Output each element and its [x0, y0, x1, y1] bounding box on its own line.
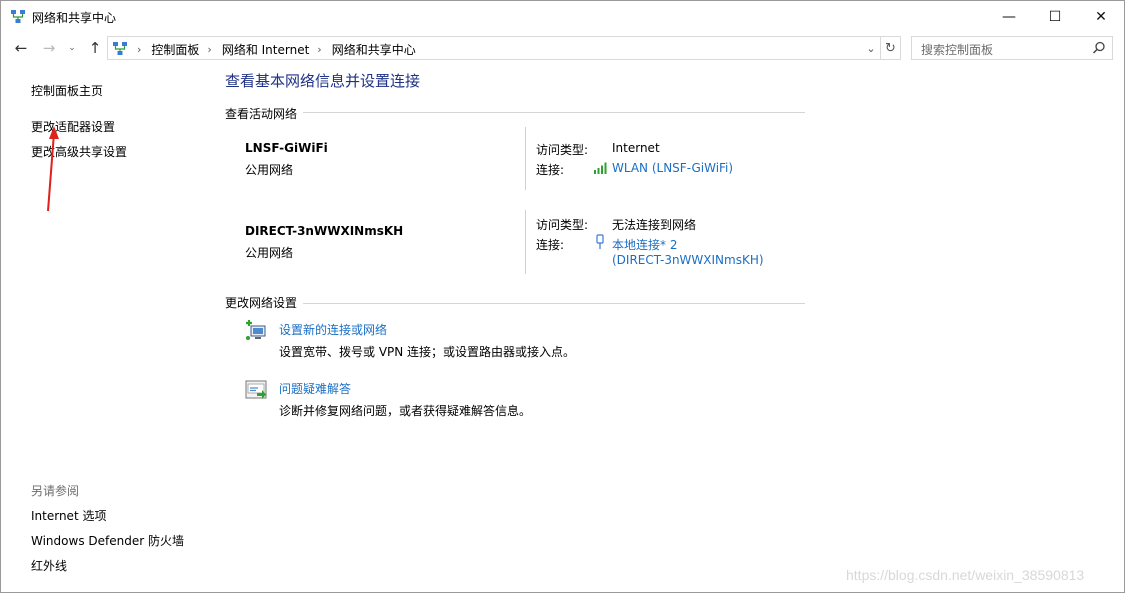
address-bar[interactable]: › 控制面板 › 网络和 Internet › 网络和共享中心 ⌄: [107, 36, 881, 60]
back-arrow-icon: ←: [14, 39, 28, 57]
vertical-divider: [525, 127, 526, 190]
breadcrumb-network-internet[interactable]: 网络和 Internet: [222, 41, 309, 58]
red-arrow-annotation: [47, 126, 59, 212]
up-button[interactable]: ↑: [85, 37, 105, 59]
see-also-infrared[interactable]: 红外线: [31, 557, 67, 574]
refresh-button[interactable]: ↻: [881, 36, 901, 60]
troubleshoot-icon: [245, 380, 267, 399]
section-divider: [303, 303, 805, 304]
access-type-value: 无法连接到网络: [612, 218, 697, 232]
sidebar-control-panel-home[interactable]: 控制面板主页: [31, 82, 103, 99]
breadcrumb-network-sharing-center[interactable]: 网络和共享中心: [332, 41, 416, 58]
local-connection-link-ssid[interactable]: (DIRECT-3nWWXINmsKH): [612, 253, 764, 267]
network-type-link[interactable]: 公用网络: [245, 244, 293, 261]
troubleshoot-link[interactable]: 问题疑难解答: [279, 380, 351, 397]
new-connection-icon: [246, 320, 266, 340]
search-placeholder: 搜索控制面板: [921, 43, 994, 57]
minimize-button[interactable]: —: [986, 1, 1032, 32]
chevron-down-icon: ⌄: [68, 43, 76, 53]
breadcrumb-separator[interactable]: ›: [137, 43, 141, 56]
see-also-internet-options[interactable]: Internet 选项: [31, 507, 106, 524]
recent-locations-button[interactable]: ⌄: [65, 37, 79, 59]
local-connection-link[interactable]: 本地连接* 2: [612, 236, 677, 253]
access-type-label: 访问类型:: [536, 143, 589, 157]
maximize-button[interactable]: ☐: [1032, 1, 1078, 32]
navigation-bar: ← → ⌄ ↑ › 控制面板 › 网络和 Internet › 网络和共享中心 …: [1, 33, 1124, 63]
vertical-divider: [525, 210, 526, 274]
network-sharing-center-window: 网络和共享中心 — ☐ ✕ ← → ⌄ ↑ › 控制面板 › 网络和 Inter…: [0, 0, 1125, 593]
control-panel-icon: [113, 42, 127, 55]
close-icon: ✕: [1095, 8, 1107, 25]
refresh-icon: ↻: [885, 40, 896, 56]
chevron-down-icon: ⌄: [866, 41, 876, 55]
setup-new-connection-link[interactable]: 设置新的连接或网络: [279, 321, 387, 338]
address-dropdown-button[interactable]: ⌄: [864, 40, 878, 56]
breadcrumb-separator[interactable]: ›: [317, 43, 321, 56]
breadcrumb-separator[interactable]: ›: [207, 43, 211, 56]
section-divider: [303, 112, 805, 113]
forward-arrow-icon: →: [42, 39, 56, 57]
breadcrumb-control-panel[interactable]: 控制面板: [151, 41, 199, 58]
wlan-connection-link[interactable]: WLAN (LNSF-GiWiFi): [612, 161, 733, 175]
window-title: 网络和共享中心: [32, 11, 117, 25]
page-title: 查看基本网络信息并设置连接: [225, 72, 421, 90]
forward-button[interactable]: →: [39, 37, 59, 59]
active-networks-heading: 查看活动网络: [225, 107, 298, 121]
see-also-heading: 另请参阅: [31, 484, 80, 498]
ethernet-plug-icon: [596, 234, 604, 249]
watermark: https://blog.csdn.net/weixin_38590813: [846, 567, 1085, 583]
troubleshoot-desc: 诊断并修复网络问题，或者获得疑难解答信息。: [279, 404, 532, 418]
back-button[interactable]: ←: [11, 37, 31, 59]
access-type-value: Internet: [612, 141, 660, 155]
connection-label: 连接:: [536, 238, 565, 252]
close-button[interactable]: ✕: [1078, 1, 1124, 32]
network-center-icon: [11, 10, 25, 23]
minimize-icon: —: [1002, 8, 1016, 25]
search-box[interactable]: 搜索控制面板: [911, 36, 1113, 60]
network-type-link[interactable]: 公用网络: [245, 161, 293, 178]
wifi-signal-icon: [594, 162, 607, 174]
maximize-icon: ☐: [1048, 8, 1062, 25]
change-settings-heading: 更改网络设置: [225, 296, 298, 310]
connection-label: 连接:: [536, 163, 565, 177]
network-name: DIRECT-3nWWXINmsKH: [245, 224, 404, 238]
up-arrow-icon: ↑: [88, 39, 102, 57]
see-also-firewall[interactable]: Windows Defender 防火墙: [31, 532, 184, 549]
title-bar: 网络和共享中心 — ☐ ✕: [1, 1, 1124, 32]
access-type-label: 访问类型:: [536, 218, 589, 232]
network-name: LNSF-GiWiFi: [245, 141, 328, 155]
setup-new-connection-desc: 设置宽带、拨号或 VPN 连接；或设置路由器或接入点。: [279, 345, 576, 359]
search-icon[interactable]: [1092, 41, 1106, 55]
breadcrumb: › 控制面板 › 网络和 Internet › 网络和共享中心: [133, 41, 416, 58]
